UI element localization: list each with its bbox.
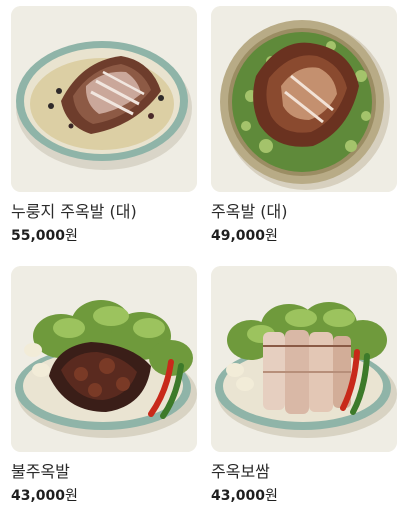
product-name[interactable]: 주옥보쌈	[211, 462, 397, 482]
price-amount: 49,000	[211, 228, 266, 244]
product-grid: 누룽지 주옥발 (대) 55,000원 주옥발 (대) 49,000원 불주옥발…	[0, 0, 408, 518]
price-amount: 43,000	[211, 488, 266, 504]
product-name[interactable]: 불주옥발	[11, 462, 197, 482]
product-price: 55,000원	[11, 227, 197, 245]
product-name[interactable]: 누룽지 주옥발 (대)	[11, 202, 197, 222]
product-photo[interactable]	[211, 266, 397, 452]
product-photo[interactable]	[11, 6, 197, 192]
product-card[interactable]: 불주옥발 43,000원	[11, 266, 197, 505]
price-currency: 원	[265, 488, 278, 504]
product-photo[interactable]	[11, 266, 197, 452]
price-amount: 43,000	[11, 488, 66, 504]
product-card[interactable]: 주옥보쌈 43,000원	[211, 266, 397, 505]
product-name[interactable]: 주옥발 (대)	[211, 202, 397, 222]
product-price: 43,000원	[11, 487, 197, 505]
price-amount: 55,000	[11, 228, 66, 244]
price-currency: 원	[65, 228, 78, 244]
product-price: 43,000원	[211, 487, 397, 505]
price-currency: 원	[265, 228, 278, 244]
product-card[interactable]: 누룽지 주옥발 (대) 55,000원	[11, 6, 197, 245]
product-photo[interactable]	[211, 6, 397, 192]
product-price: 49,000원	[211, 227, 397, 245]
price-currency: 원	[65, 488, 78, 504]
product-card[interactable]: 주옥발 (대) 49,000원	[211, 6, 397, 245]
